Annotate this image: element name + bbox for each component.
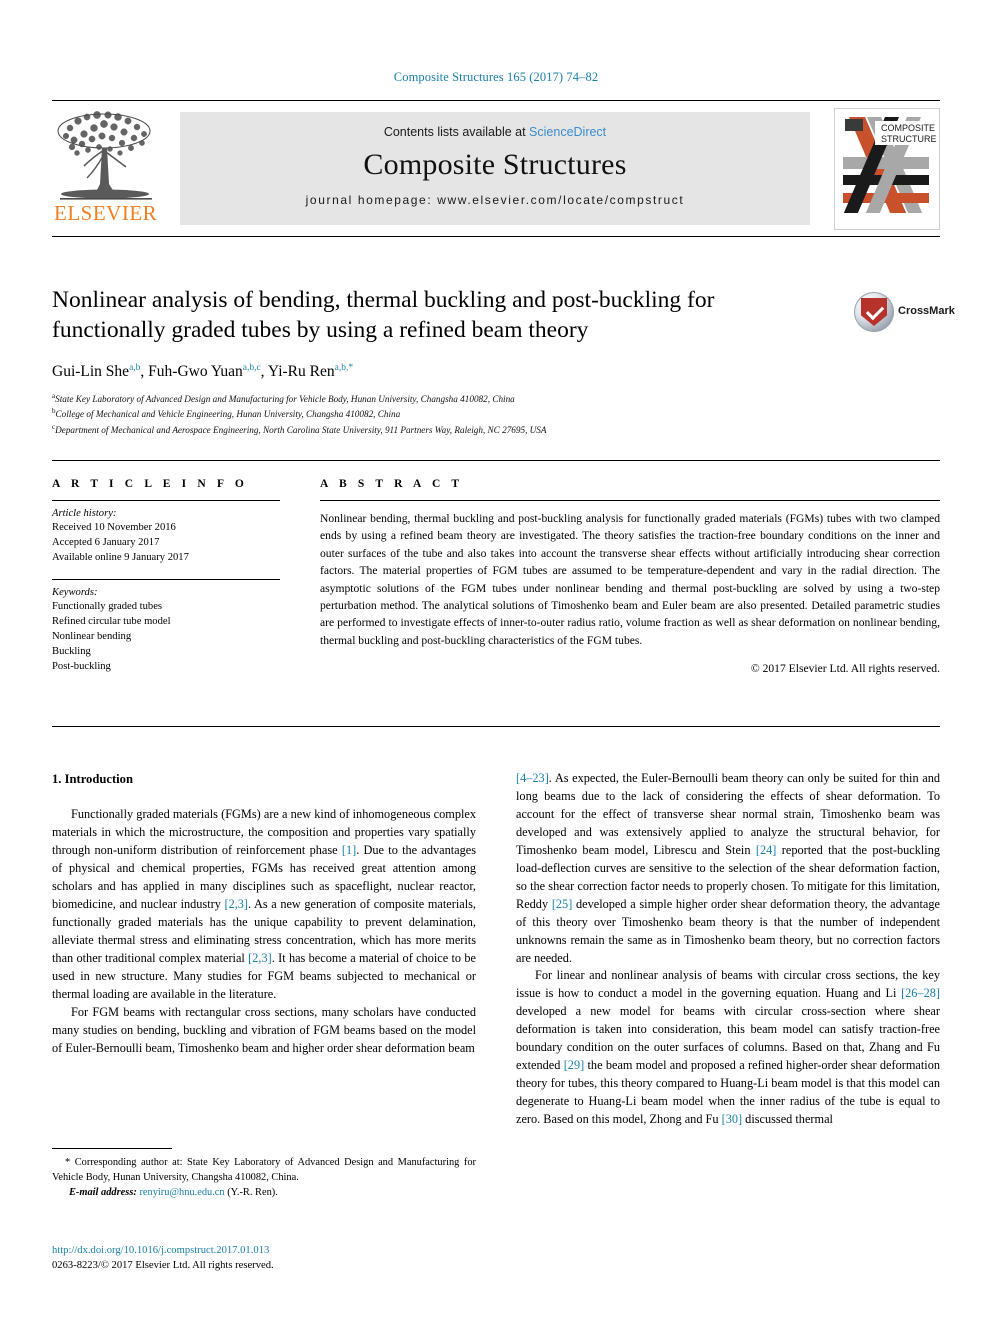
journal-cover-thumbnail: COMPOSITE STRUCTURES — [834, 108, 940, 230]
section-heading-introduction: 1. Introduction — [52, 772, 133, 786]
abstract-text: Nonlinear bending, thermal buckling and … — [320, 512, 940, 647]
page-footer: http://dx.doi.org/10.1016/j.compstruct.2… — [52, 1243, 552, 1273]
crossmark-badge[interactable]: CrossMark — [854, 292, 955, 340]
article-info-panel: A R T I C L E I N F O Article history: R… — [52, 478, 280, 674]
citation-ref[interactable]: [24] — [756, 843, 777, 857]
corresponding-author-note: * Corresponding author at: State Key Lab… — [52, 1157, 476, 1184]
body-column-right: [4–23]. As expected, the Euler-Bernoulli… — [516, 770, 940, 1218]
sciencedirect-link[interactable]: ScienceDirect — [529, 125, 606, 139]
footnote-block: * Corresponding author at: State Key Lab… — [52, 1155, 476, 1200]
issn-copyright-line: 0263-8223/© 2017 Elsevier Ltd. All right… — [52, 1260, 274, 1272]
footnote-rule — [52, 1148, 172, 1149]
citation-ref[interactable]: [30] — [722, 1112, 743, 1126]
article-history-received: Received 10 November 2016 — [52, 522, 176, 533]
page-title: Nonlinear analysis of bending, thermal b… — [52, 287, 715, 343]
abstract-panel: A B S T R A C T Nonlinear bending, therm… — [320, 478, 940, 675]
running-head: Composite Structures 165 (2017) 74–82 — [393, 70, 599, 84]
author-1: Gui-Lin Shea,b — [52, 363, 141, 381]
doi-link[interactable]: http://dx.doi.org/10.1016/j.compstruct.2… — [52, 1243, 552, 1258]
author-list: Gui-Lin Shea,b, Fuh-Gwo Yuana,b,c, Yi-Ru… — [52, 363, 354, 381]
keyword-item: Refined circular tube model — [52, 616, 171, 628]
paragraph-intro-2: For FGM beams with rectangular cross sec… — [52, 1004, 476, 1055]
citation-ref[interactable]: [29] — [564, 1058, 585, 1072]
elsevier-tree-icon — [57, 111, 152, 200]
citation-ref[interactable]: [26–28] — [901, 986, 940, 1000]
body-column-left: 1. Introduction Functionally graded mate… — [52, 770, 476, 1160]
affiliation-list: aState Key Laboratory of Advanced Design… — [52, 391, 872, 437]
paragraph-intro-1: Functionally graded materials (FGMs) are… — [52, 807, 477, 1001]
article-history-online: Available online 9 January 2017 — [52, 552, 189, 564]
journal-title: Composite Structures — [363, 148, 627, 181]
crossmark-label: CrossMark — [898, 305, 955, 317]
header-bottom-rule — [52, 236, 940, 237]
abstract-copyright: © 2017 Elsevier Ltd. All rights reserved… — [750, 662, 940, 676]
abstract-zone-top-rule — [52, 460, 940, 461]
contents-prefix: Contents lists available at — [383, 125, 530, 139]
cover-title-line1: COMPOSITE — [881, 123, 935, 133]
abstract-zone-bottom-rule — [52, 726, 940, 727]
affiliation-b: bCollege of Mechanical and Vehicle Engin… — [52, 407, 401, 420]
affiliation-a: aState Key Laboratory of Advanced Design… — [52, 392, 515, 405]
keywords-label: Keywords: — [52, 587, 98, 599]
abstract-heading: A B S T R A C T — [320, 478, 464, 490]
journal-header: ELSEVIER Contents lists available at Sci… — [52, 106, 940, 230]
citation-ref[interactable]: [2,3] — [224, 897, 248, 911]
email-note: E-mail address: renyiru@hnu.edu.cn (Y.-R… — [69, 1187, 278, 1199]
author-3: Yi-Ru Rena,b,* — [267, 363, 354, 381]
contents-available-line: Contents lists available at ScienceDirec… — [180, 112, 810, 139]
citation-ref[interactable]: [2,3] — [248, 951, 272, 965]
citation-ref[interactable]: [4–23] — [516, 771, 549, 785]
cover-title-line2: STRUCTURES — [881, 134, 937, 144]
email-address-link[interactable]: renyiru@hnu.edu.cn — [139, 1187, 224, 1198]
affiliation-c: cDepartment of Mechanical and Aerospace … — [52, 422, 547, 435]
header-top-rule — [52, 100, 940, 101]
paragraph-intro-3: For linear and nonlinear analysis of bea… — [516, 968, 940, 1127]
cover-artwork-icon: COMPOSITE STRUCTURES — [835, 109, 939, 227]
citation-ref[interactable]: [1] — [342, 843, 356, 857]
journal-banner: Contents lists available at ScienceDirec… — [180, 112, 810, 225]
author-2: Fuh-Gwo Yuana,b,c — [148, 363, 261, 381]
elsevier-logo: ELSEVIER — [52, 106, 174, 228]
keyword-item: Buckling — [52, 646, 91, 658]
article-info-divider — [52, 500, 280, 501]
paragraph-intro-2-cont: [4–23]. As expected, the Euler-Bernoulli… — [516, 771, 940, 965]
keywords-divider — [52, 579, 280, 581]
keyword-item: Functionally graded tubes — [52, 601, 163, 613]
article-history-accepted: Accepted 6 January 2017 — [52, 537, 160, 549]
elsevier-wordmark: ELSEVIER — [54, 201, 158, 225]
citation-ref[interactable]: [25] — [552, 897, 573, 911]
journal-homepage-link[interactable]: journal homepage: www.elsevier.com/locat… — [180, 193, 810, 207]
email-address-label: E-mail address: — [69, 1187, 137, 1199]
abstract-divider — [320, 500, 940, 501]
keyword-item: Post-buckling — [52, 661, 111, 673]
article-history-label: Article history: — [52, 508, 117, 519]
article-info-heading: A R T I C L E I N F O — [52, 478, 248, 490]
keyword-item: Nonlinear bending — [52, 631, 132, 643]
crossmark-icon — [854, 292, 894, 332]
paper-page: Composite Structures 165 (2017) 74–82 EL… — [0, 0, 992, 1323]
